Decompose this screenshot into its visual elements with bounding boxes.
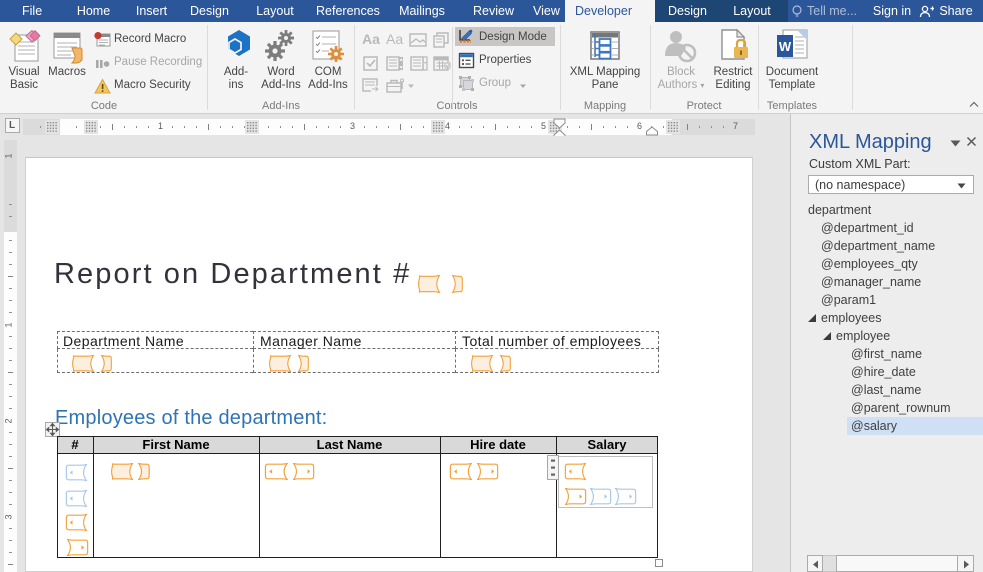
svg-text:W: W xyxy=(779,39,792,54)
